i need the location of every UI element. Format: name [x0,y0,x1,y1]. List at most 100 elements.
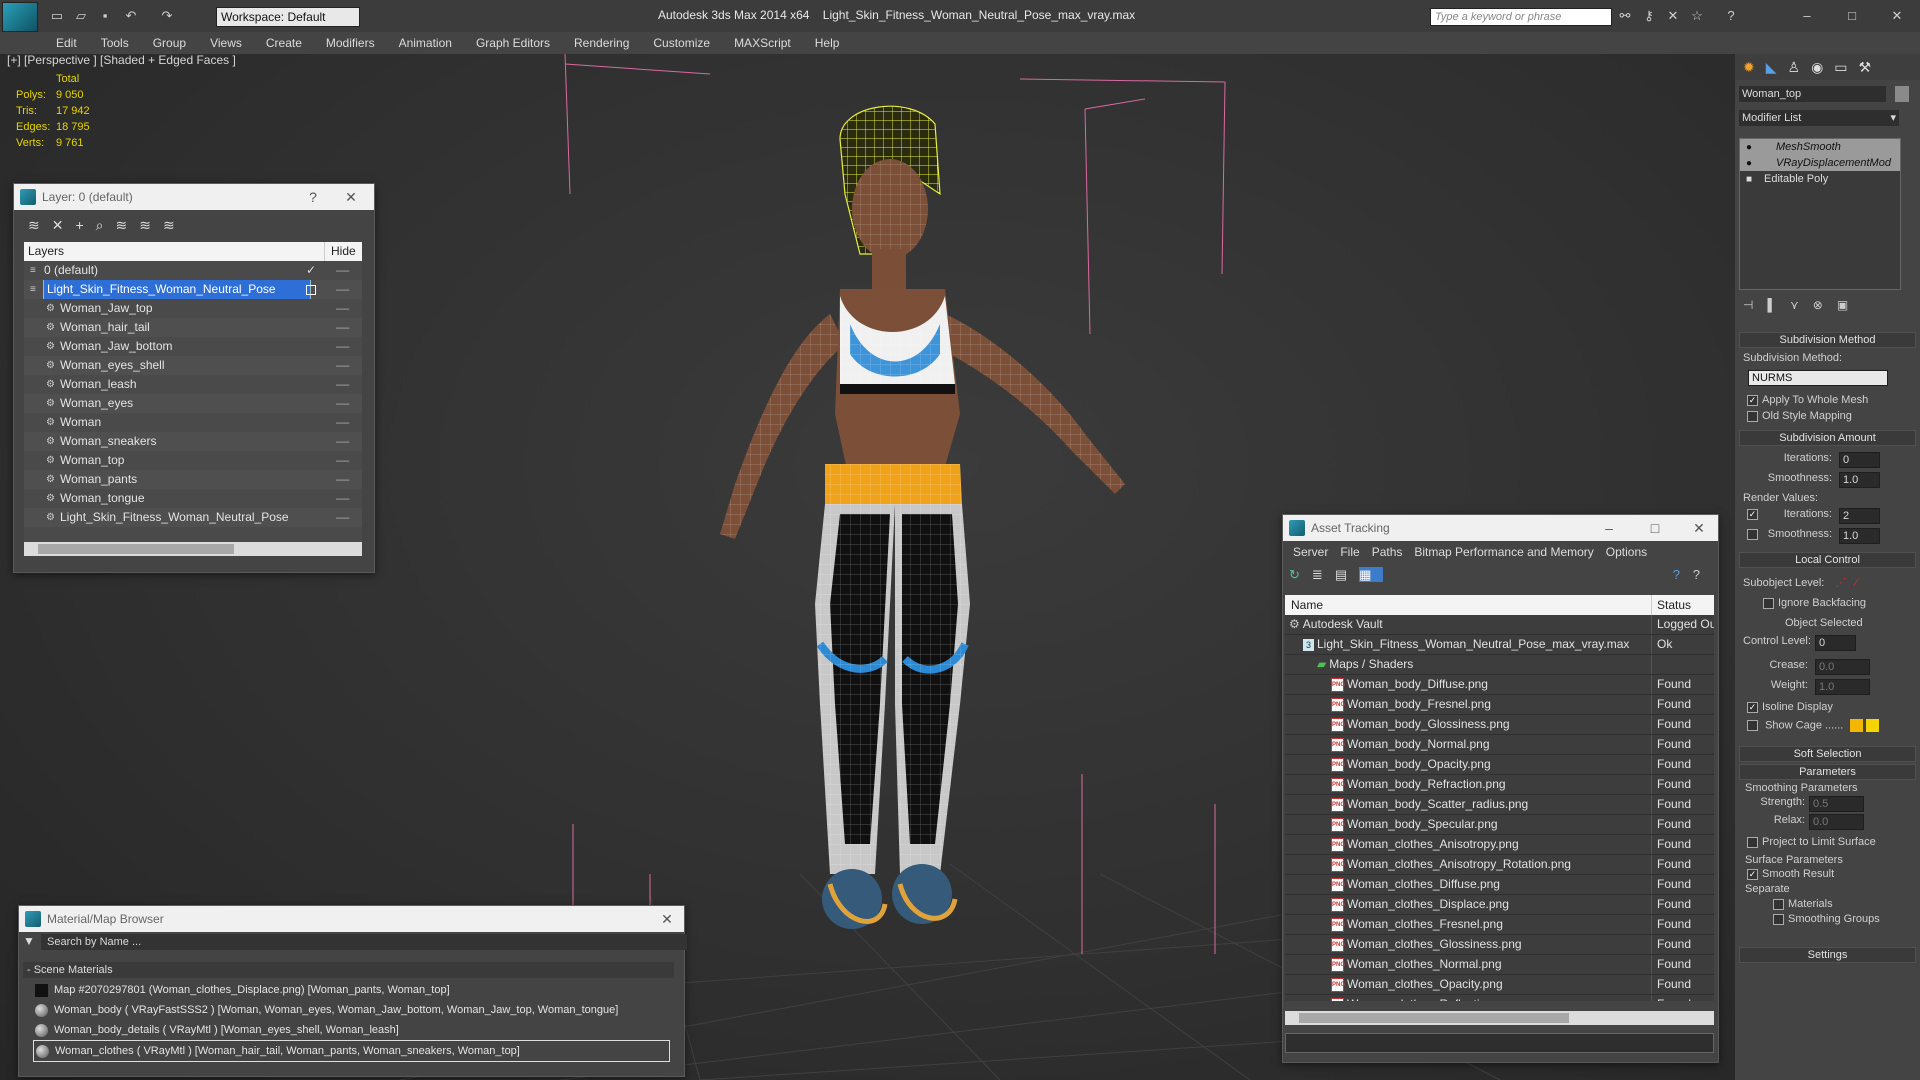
hide-toggle-icon[interactable]: –– [336,299,349,318]
hide-toggle-icon[interactable]: –– [336,280,349,299]
undo-icon[interactable]: ↶ [124,9,138,23]
subdivision-method-rollout[interactable]: Subdivision Method [1739,332,1916,348]
create-layer-icon[interactable]: ≋ [28,217,52,233]
asset-row[interactable]: PNGWoman_clothes_Reflection.png Found [1285,995,1714,1001]
redo-icon[interactable]: ↷ [160,9,174,23]
asset-row[interactable]: 3 Light_Skin_Fitness_Woman_Neutral_Pose_m… [1285,635,1714,655]
asset-row[interactable]: PNG Woman_clothes_Anisotropy.png Found [1285,835,1714,855]
minimize-icon[interactable]: – [1596,515,1622,541]
make-unique-icon[interactable]: ⋎ [1790,298,1813,312]
layer-row[interactable]: ⚙ Woman_Jaw_bottom –– [24,337,362,356]
asset-horizontal-scrollbar[interactable] [1285,1011,1714,1025]
material-map-browser-window[interactable]: Material/Map Browser ✕ ▼ Search by Name … [18,905,687,1077]
modifier-stack-item[interactable]: ● MeshSmooth [1740,139,1900,155]
hide-toggle-icon[interactable]: –– [336,413,349,432]
hierarchy-tab-icon[interactable]: ♙ [1788,59,1812,75]
smoothing-groups-checkbox[interactable]: Smoothing Groups [1735,910,1920,925]
strength-spinner[interactable]: 0.5 [1809,796,1864,812]
asset-row[interactable]: PNG Woman_clothes_Displace.png Found [1285,895,1714,915]
menu-graph-editors[interactable]: Graph Editors [464,32,562,54]
binoculars-icon[interactable]: ⚯ [1618,9,1632,23]
help-button[interactable]: ? [300,184,326,210]
asset-row[interactable]: PNG Woman_body_Specular.png Found [1285,815,1714,835]
active-layer-check-icon[interactable]: ✓ [306,261,316,280]
create-tab-icon[interactable]: ✹ [1743,59,1766,75]
smooth-result-checkbox[interactable]: ✓ Smooth Result [1735,866,1920,880]
materials-checkbox[interactable]: Materials [1735,895,1920,910]
asset-row[interactable]: ▰ Maps / Shaders [1285,655,1714,675]
asset-row[interactable]: PNG Woman_body_Opacity.png Found [1285,755,1714,775]
asset-path-field[interactable] [1285,1033,1714,1053]
cage-color-swatch-1[interactable] [1850,719,1864,732]
list-view-icon[interactable]: ≣ [1312,567,1335,582]
menu-tools[interactable]: Tools [89,32,141,54]
asset-row[interactable]: PNG Woman_body_Normal.png Found [1285,735,1714,755]
asset-menu-file[interactable]: File [1334,545,1365,559]
key-icon[interactable]: ⚷ [1642,9,1656,23]
hide-toggle-icon[interactable]: –– [336,261,349,280]
scene-materials-group-header[interactable]: - Scene Materials [23,962,674,978]
layer-row[interactable]: ≡ Light_Skin_Fitness_Woman_Neutral_Pose –– [24,280,362,299]
utilities-tab-icon[interactable]: ⚒ [1859,59,1883,75]
layer-window-titlebar[interactable]: Layer: 0 (default) ? ✕ [14,184,374,210]
lightbulb-icon[interactable]: ● [1740,140,1760,155]
select-objects-icon[interactable]: ⌕ [96,217,116,233]
layer-horizontal-scrollbar[interactable] [24,542,362,556]
menu-edit[interactable]: Edit [44,32,89,54]
material-browser-titlebar[interactable]: Material/Map Browser ✕ [19,906,684,932]
menu-customize[interactable]: Customize [641,32,722,54]
asset-row[interactable]: PNG Woman_body_Glossiness.png Found [1285,715,1714,735]
help-icon[interactable]: ? [1724,9,1738,23]
hide-toggle-icon[interactable]: –– [336,470,349,489]
render-iterations-spinner[interactable]: 2 [1839,508,1880,524]
layer-row[interactable]: ⚙ Woman_hair_tail –– [24,318,362,337]
cage-color-swatch-2[interactable] [1866,719,1880,732]
highlight-layer-icon[interactable]: ≋ [116,217,140,233]
maximize-icon[interactable]: □ [1845,9,1859,23]
hide-toggle-icon[interactable]: –– [336,375,349,394]
subdivision-method-dropdown[interactable]: NURMS [1748,370,1888,386]
character-model[interactable] [640,84,1200,1080]
render-iterations-checkbox[interactable]: ✓ [1747,508,1758,520]
layer-row[interactable]: ⚙ Woman –– [24,413,362,432]
asset-row[interactable]: PNG Woman_body_Scatter_radius.png Found [1285,795,1714,815]
project-limit-surface-checkbox[interactable]: Project to Limit Surface [1735,830,1920,848]
layer-row[interactable]: ⚙ Woman_eyes –– [24,394,362,413]
layer-row[interactable]: ⚙ Light_Skin_Fitness_Woman_Neutral_Pose –– [24,508,362,527]
edge-subobject-icon[interactable]: ∕ [1855,577,1857,589]
pin-stack-icon[interactable]: ⊣ [1743,298,1767,312]
close-icon[interactable]: ✕ [1686,515,1712,541]
subdivision-amount-rollout[interactable]: Subdivision Amount [1739,430,1916,446]
hide-toggle-icon[interactable]: –– [336,508,349,527]
control-level-spinner[interactable]: 0 [1815,635,1856,651]
crease-spinner[interactable]: 0.0 [1815,659,1870,675]
display-tab-icon[interactable]: ▭ [1834,59,1858,75]
layer-row[interactable]: ⚙ Woman_pants –– [24,470,362,489]
refresh-icon[interactable]: ↻ [1289,567,1312,582]
close-icon[interactable]: ✕ [338,184,364,210]
hide-toggle-icon[interactable]: –– [336,337,349,356]
help-icon[interactable]: ? [1693,563,1712,587]
asset-row[interactable]: PNG Woman_clothes_Anisotropy_Rotation.png… [1285,855,1714,875]
app-logo-icon[interactable] [2,2,38,32]
maximize-icon[interactable]: □ [1642,515,1668,541]
lightbulb-icon[interactable]: ● [1740,156,1760,171]
object-color-swatch[interactable] [1895,86,1909,102]
menu-maxscript[interactable]: MAXScript [722,32,803,54]
asset-row[interactable]: PNG Woman_clothes_Diffuse.png Found [1285,875,1714,895]
old-style-mapping-checkbox[interactable]: Old Style Mapping [1735,406,1920,422]
hide-toggle-icon[interactable]: –– [336,356,349,375]
hide-toggle-icon[interactable]: –– [336,318,349,337]
asset-table[interactable]: Name Status ⚙ Autodesk Vault Logged Ou 3 Lig… [1285,595,1714,1001]
soft-selection-rollout[interactable]: Soft Selection [1739,746,1916,762]
delete-layer-icon[interactable]: ✕ [52,217,76,233]
smoothness-spinner[interactable]: 1.0 [1839,472,1880,488]
hide-toggle-icon[interactable]: –– [336,394,349,413]
vertex-subobject-icon[interactable]: ⋰ [1835,577,1846,589]
open-file-icon[interactable]: ▱ [74,9,88,23]
asset-menu-bitmap-performance-and-memory[interactable]: Bitmap Performance and Memory [1408,545,1599,559]
relax-spinner[interactable]: 0.0 [1809,814,1864,830]
asset-menu-paths[interactable]: Paths [1366,545,1409,559]
asset-row[interactable]: PNG Woman_body_Refraction.png Found [1285,775,1714,795]
favorites-star-icon[interactable]: ☆ [1690,9,1704,23]
